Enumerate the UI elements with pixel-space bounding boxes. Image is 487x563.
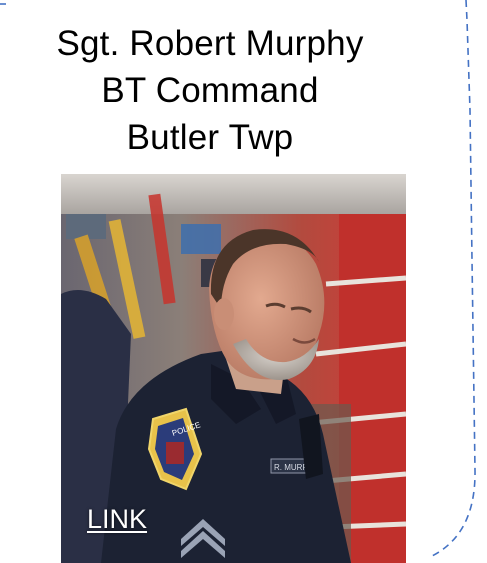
officer-caption: Sgt. Robert Murphy BT Command Butler Twp xyxy=(0,20,420,161)
officer-name: Sgt. Robert Murphy xyxy=(56,24,364,63)
officer-photo: POLICE R. MURPHY LINK xyxy=(61,174,406,563)
officer-location: Butler Twp xyxy=(126,118,294,157)
officer-unit: BT Command xyxy=(101,71,319,110)
photo-link[interactable]: LINK xyxy=(87,504,147,535)
